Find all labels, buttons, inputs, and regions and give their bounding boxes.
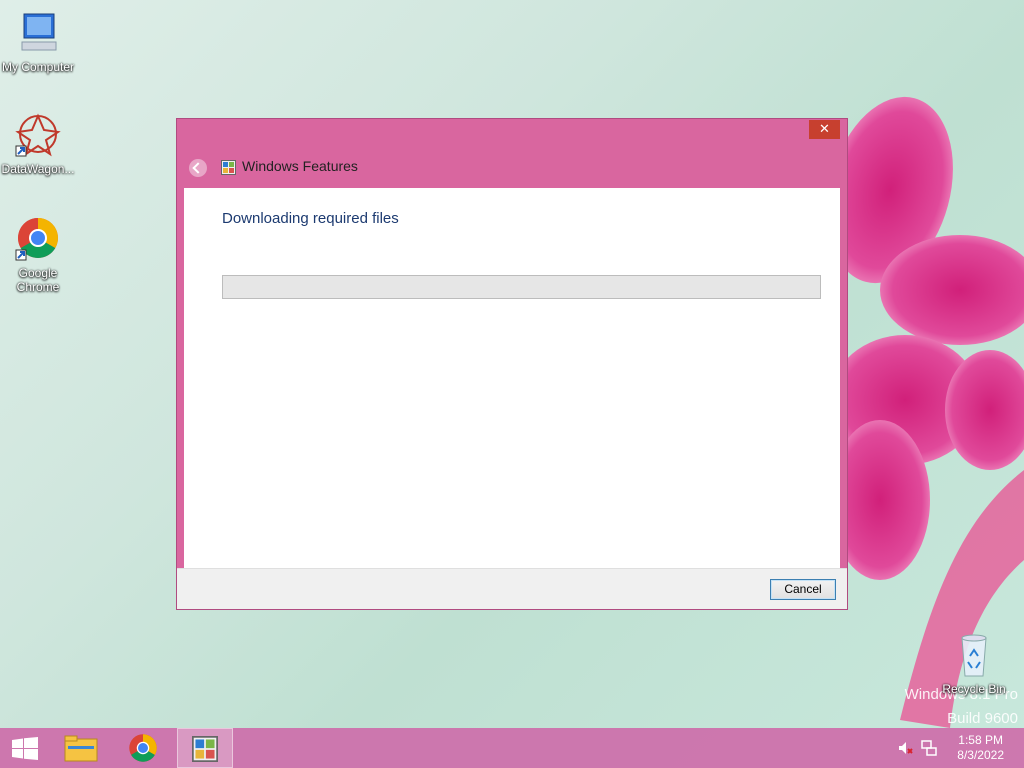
computer-icon	[14, 10, 62, 58]
chrome-icon	[129, 734, 157, 762]
windows-logo-icon	[12, 737, 38, 760]
speaker-muted-icon[interactable]	[897, 740, 913, 756]
desktop-icon-google-chrome[interactable]: Google Chrome	[0, 216, 76, 294]
desktop-icon-label: Recycle Bin	[942, 682, 1006, 696]
start-button[interactable]	[0, 728, 56, 768]
dialog-titlebar: Windows Features	[177, 155, 847, 181]
system-clock[interactable]: 1:58 PM 8/3/2022	[957, 733, 1004, 763]
desktop-icon-label: DataWagon...	[1, 162, 75, 176]
desktop-icon-label: My Computer	[1, 60, 75, 74]
dialog-title: Windows Features	[242, 158, 358, 174]
network-icon[interactable]	[921, 740, 937, 756]
cancel-button[interactable]: Cancel	[770, 579, 836, 600]
download-progress-bar	[222, 275, 821, 299]
taskbar-google-chrome[interactable]	[116, 728, 172, 768]
back-arrow-icon[interactable]	[189, 159, 207, 177]
desktop-icon-recycle-bin[interactable]: Recycle Bin	[936, 632, 1012, 696]
taskbar: 1:58 PM 8/3/2022	[0, 728, 1024, 768]
datawagon-logo-icon	[14, 112, 62, 160]
status-heading: Downloading required files	[222, 210, 399, 227]
windows-features-icon	[221, 160, 236, 175]
dialog-content: Downloading required files	[184, 188, 840, 603]
dialog-footer: Cancel	[177, 568, 847, 609]
clock-date: 8/3/2022	[957, 748, 1004, 762]
clock-time: 1:58 PM	[958, 733, 1003, 747]
windows-features-dialog: ✕ Windows Features Downloading required …	[176, 118, 848, 610]
close-button[interactable]: ✕	[809, 120, 840, 139]
chrome-icon	[14, 216, 62, 264]
os-watermark-build: Build 9600	[947, 710, 1018, 727]
windows-features-icon	[192, 736, 218, 762]
folder-icon	[64, 735, 98, 762]
taskbar-windows-features[interactable]	[177, 728, 233, 768]
taskbar-file-explorer[interactable]	[56, 728, 112, 768]
recycle-bin-icon	[950, 632, 998, 680]
desktop-icon-label: Google Chrome	[16, 266, 60, 294]
desktop-icon-my-computer[interactable]: My Computer	[0, 10, 76, 74]
desktop-icon-datawagon[interactable]: DataWagon...	[0, 112, 76, 176]
